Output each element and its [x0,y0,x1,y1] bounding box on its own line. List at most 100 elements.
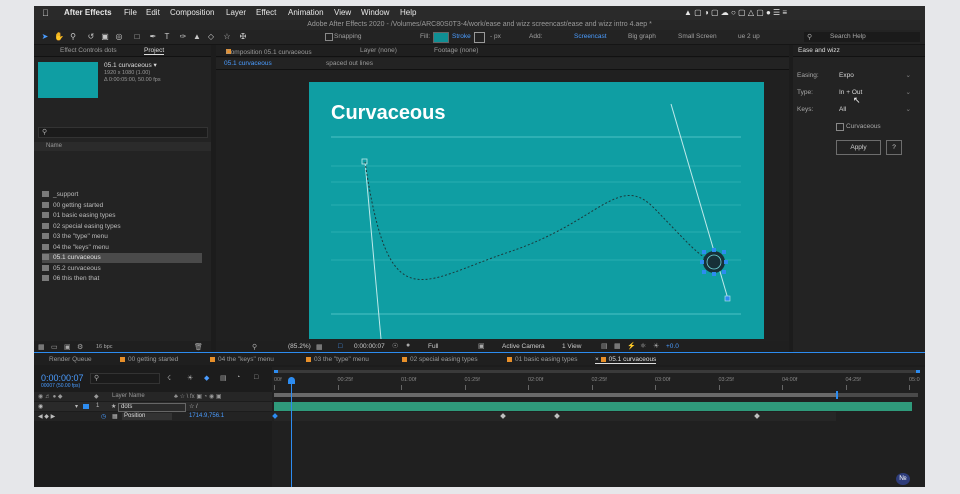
time-ruler[interactable]: 00f 00:25f 01:00f 01:25f 02:00f 02:25f 03:00f 0… [272,377,925,391]
tab-04-keys-menu[interactable]: 04 the "keys" menu [210,356,274,363]
time-navigator[interactable] [274,370,920,373]
tab-layer[interactable]: Layer (none) [360,47,397,54]
snapping-checkbox[interactable] [325,33,333,41]
stopwatch-icon[interactable]: ◷ [101,413,106,420]
layer-color-chip[interactable] [83,404,89,409]
reset-exposure-icon[interactable]: ☀ [653,342,659,350]
menu-animation[interactable]: Animation [288,8,324,17]
stroke-swatch[interactable] [474,32,485,43]
project-search-input[interactable]: ⚲ [38,127,208,138]
zoom-level[interactable]: (85.2%) [288,343,311,350]
tab-03-type-menu[interactable]: 03 the "type" menu [306,356,369,363]
new-folder-icon[interactable]: ▭ [51,343,58,351]
layer-switches[interactable]: ☆ / [189,403,198,410]
magnifier-icon[interactable]: ⚲ [252,343,257,351]
tab-footage[interactable]: Footage (none) [434,47,478,54]
eye-icon[interactable]: ◉ [38,403,43,410]
type-tool-icon[interactable]: T [162,32,172,42]
workspace-screencast[interactable]: Screencast [574,33,607,40]
menu-window[interactable]: Window [361,8,389,17]
project-item[interactable]: 02 special easing types [42,222,202,232]
graph-editor-icon[interactable]: □ [254,374,258,381]
graph-toggle-icon[interactable]: ▦ [112,413,118,420]
draft-3d-icon[interactable]: ☀ [187,374,193,382]
roto-tool-icon[interactable]: ☆ [222,32,232,42]
project-item[interactable]: 01 basic easing types [42,211,202,221]
rotate-tool-icon[interactable]: ↺ [86,32,96,42]
timeline-timecode[interactable]: 0:00:00:07 [41,373,84,383]
new-comp-icon[interactable]: ▣ [64,343,71,351]
transparency-grid-icon[interactable]: ▦ [614,342,621,350]
clone-tool-icon[interactable]: ▲ [192,32,202,42]
project-item[interactable]: 03 the "type" menu [42,232,202,242]
apply-button[interactable]: Apply [836,140,881,155]
expand-arrow-icon[interactable]: ▾ [75,403,78,410]
exposure-value[interactable]: +0.0 [666,343,679,350]
trash-icon[interactable]: 🗑 [194,343,203,351]
column-name[interactable]: Name [46,143,62,149]
work-area-end[interactable] [836,391,838,399]
time-graph[interactable]: 00f 00:25f 01:00f 01:25f 02:00f 02:25f 03:00f 0… [272,367,925,487]
premiere-badge-icon[interactable]: № [896,473,910,485]
fill-swatch[interactable] [433,32,449,43]
stroke-width[interactable]: - px [490,33,501,40]
keys-select[interactable]: All ⌄ [836,105,914,114]
property-row[interactable]: ◀ ◆ ▶ ◷ ▦ Position 1714.9,756.1 [34,412,272,421]
project-item[interactable]: 05.2 curvaceous [42,264,202,274]
project-settings-icon[interactable]: ⚙ [77,343,83,351]
type-select[interactable]: In + Out ⌄ [836,88,914,97]
show-snapshot-icon[interactable]: ● [406,342,410,349]
apple-icon[interactable]:  [42,8,49,18]
tab-05-1-curvaceous[interactable]: × 05.1 curvaceous [595,356,657,364]
workspace-big-graph[interactable]: Big graph [628,33,656,40]
project-item[interactable]: 06 this then that [42,274,202,284]
timeline-search-input[interactable]: ⚲ [90,373,160,384]
comp-timecode[interactable]: 0:00:00:07 [354,343,385,350]
flowchart-icon[interactable]: ⚛ [640,342,646,350]
workspace-small-screen[interactable]: Small Screen [678,33,717,40]
project-item[interactable]: _support [42,190,202,200]
selection-tool-icon[interactable]: ➤ [40,32,50,42]
workspace-2-up[interactable]: ue 2 up [738,33,760,40]
project-item[interactable]: 04 the "keys" menu [42,243,202,253]
navigator-start-handle[interactable] [274,370,278,373]
tab-render-queue[interactable]: Render Queue [49,356,92,363]
app-name[interactable]: After Effects [64,8,112,17]
puppet-tool-icon[interactable]: ✠ [238,32,248,42]
tab-01-basic-easing[interactable]: 01 basic easing types [507,356,578,363]
interpret-footage-icon[interactable]: ▦ [38,343,45,351]
grid-icon[interactable]: ▦ [316,343,323,351]
brush-tool-icon[interactable]: ✑ [178,32,188,42]
layer-bar[interactable] [274,402,912,411]
region-icon[interactable]: □ [338,343,342,350]
search-help-field[interactable]: ⚲ Search Help [804,32,920,42]
subtab-05-1-curvaceous[interactable]: 05.1 curvaceous [224,60,272,67]
keyframe-nav-icon[interactable]: ◀ ◆ ▶ [38,413,55,420]
playhead-line[interactable] [291,377,292,487]
pan-behind-icon[interactable]: ◎ [114,32,124,42]
eraser-tool-icon[interactable]: ◇ [206,32,216,42]
tab-effect-controls[interactable]: Effect Controls dots [60,47,117,54]
bpc-label[interactable]: 16 bpc [96,344,113,350]
camera-tool-icon[interactable]: ▣ [100,32,110,42]
layer-name-field[interactable]: dots [118,403,186,412]
subtab-spaced-out-lines[interactable]: spaced out lines [326,60,373,67]
roi-icon[interactable]: ▣ [478,342,485,350]
tab-project[interactable]: Project [144,47,165,55]
menu-layer[interactable]: Layer [226,8,246,17]
zoom-tool-icon[interactable]: ⚲ [68,32,78,42]
comp-viewer[interactable]: Curvaceous [309,82,764,339]
layer-row[interactable]: ◉ ▾ 1 ★ dots ☆ / [34,402,272,412]
camera-select[interactable]: Active Camera [502,343,545,350]
fast-preview-icon[interactable]: ⚡ [627,342,636,350]
tab-ease-and-wizz[interactable]: Ease and wizz [798,47,840,54]
help-button[interactable]: ? [886,140,902,155]
project-item[interactable]: 05.1 curvaceous [42,253,202,263]
camera-snapshot-icon[interactable]: ☉ [392,342,398,350]
menu-effect[interactable]: Effect [256,8,276,17]
add-label[interactable]: Add: [529,33,542,40]
frame-blend-icon[interactable]: ▤ [220,374,227,382]
menu-help[interactable]: Help [400,8,416,17]
comp-mini-flowchart-icon[interactable]: ☇ [167,374,171,382]
menu-composition[interactable]: Composition [170,8,214,17]
